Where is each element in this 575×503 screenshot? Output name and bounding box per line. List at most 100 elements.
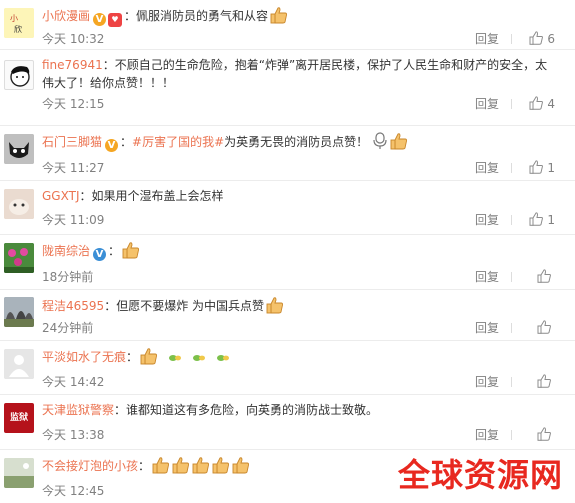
clap-emoji-icon xyxy=(169,355,182,361)
avatar-pet-icon xyxy=(4,189,34,219)
avatar-cat-icon xyxy=(4,134,34,164)
comment-item: fine76941：不顾自己的生命危险，抱着“炸弹”离开居民楼，保护了人民生命和… xyxy=(0,50,575,126)
avatar-label: 监狱 xyxy=(9,413,28,423)
comment-text: ： xyxy=(108,244,121,258)
thumbs-up-emoji-icon xyxy=(152,457,170,474)
thumbs-up-emoji-icon xyxy=(122,242,140,259)
thumbs-up-emoji-icon xyxy=(172,457,190,474)
comment-username[interactable]: 石门三脚猫 xyxy=(42,135,102,149)
divider xyxy=(511,34,512,44)
divider xyxy=(511,215,512,225)
like-button[interactable]: 1 xyxy=(529,208,555,232)
default-avatar-icon xyxy=(4,349,34,379)
like-button[interactable]: 6 xyxy=(529,27,555,51)
avatar[interactable]: 小欣 xyxy=(4,8,34,38)
like-icon xyxy=(529,96,544,110)
avatar[interactable]: 监狱 xyxy=(4,403,34,433)
topic-link[interactable]: #厉害了国的我# xyxy=(132,135,224,149)
like-count: 1 xyxy=(547,213,555,227)
thumbs-up-emoji-icon xyxy=(266,297,284,314)
comment-username[interactable]: 陇南综治 xyxy=(42,244,90,258)
reply-button[interactable]: 回复 xyxy=(475,208,499,232)
comment-username[interactable]: 平淡如水了无痕 xyxy=(42,350,126,364)
avatar[interactable] xyxy=(4,243,34,273)
comment-list: 小欣 小欣漫画 V ♥ ：佩服消防员的勇气和从容 今天 10:32 回复 6 fine… xyxy=(0,0,575,502)
avatar-sketch-icon xyxy=(10,66,30,87)
svg-text:小: 小 xyxy=(10,14,18,23)
comment-item: GGXTJ：如果用个湿布盖上会怎样 今天 11:09 回复 1 xyxy=(0,181,575,235)
thumbs-up-emoji-icon xyxy=(212,457,230,474)
comment-time: 今天 12:45 xyxy=(42,484,105,498)
like-button[interactable]: 4 xyxy=(529,92,555,116)
like-icon xyxy=(537,427,551,441)
divider xyxy=(511,430,512,440)
like-count: 1 xyxy=(547,161,555,175)
comment-item: 石门三脚猫 V ：#厉害了国的我#为英勇无畏的消防员点赞！ 今天 11:27 回复 … xyxy=(0,126,575,181)
reply-button[interactable]: 回复 xyxy=(475,265,499,289)
like-button[interactable]: 1 xyxy=(529,156,555,180)
like-count: 4 xyxy=(547,97,555,111)
comment-text: 为英勇无畏的消防员点赞！ xyxy=(224,135,369,149)
comment-time: 今天 14:42 xyxy=(42,375,105,389)
member-badge-icon: ♥ xyxy=(108,13,123,27)
reply-button[interactable]: 回复 xyxy=(475,370,499,394)
comment-time: 今天 11:27 xyxy=(42,161,105,175)
thumbs-up-emoji-icon xyxy=(270,7,288,24)
like-icon xyxy=(537,269,551,283)
like-icon xyxy=(529,212,544,226)
like-button[interactable] xyxy=(537,316,555,340)
comment-text: ：但愿不要爆炸 为中国兵点赞 xyxy=(104,299,265,313)
comment-colon: ： xyxy=(120,135,133,149)
comment-time: 今天 10:32 xyxy=(42,32,105,46)
avatar-landscape-icon xyxy=(4,458,34,488)
reply-button[interactable]: 回复 xyxy=(475,92,499,116)
comment-item: 程洁46595：但愿不要爆炸 为中国兵点赞 24分钟前 回复 xyxy=(0,290,575,341)
avatar[interactable] xyxy=(4,134,34,164)
reply-button[interactable]: 回复 xyxy=(475,423,499,447)
comment-text: ：谁都知道这有多危险，向英勇的消防战士致敬。 xyxy=(114,403,379,417)
clap-emoji-icon xyxy=(193,355,206,361)
comment-username[interactable]: GGXTJ xyxy=(42,189,79,203)
like-icon xyxy=(529,31,544,45)
comment-username[interactable]: 小欣漫画 xyxy=(42,9,90,23)
verified-badge-icon: V xyxy=(93,248,107,261)
comment-text: ： xyxy=(126,350,139,364)
divider xyxy=(511,99,512,109)
comment-username[interactable]: 程洁46595 xyxy=(42,299,104,313)
comment-time: 今天 13:38 xyxy=(42,428,105,442)
like-icon xyxy=(537,374,551,388)
comment-item: 平淡如水了无痕： 今天 14:42 回复 xyxy=(0,341,575,395)
reply-button[interactable]: 回复 xyxy=(475,156,499,180)
comment-text: ：如果用个湿布盖上会怎样 xyxy=(79,189,224,203)
comment-time: 今天 12:15 xyxy=(42,97,105,111)
avatar-comic-icon: 小欣 xyxy=(4,8,34,38)
microphone-emoji-icon xyxy=(373,132,387,149)
comment-username[interactable]: 天津监狱警察 xyxy=(42,403,114,417)
comment-time: 今天 11:09 xyxy=(42,213,105,227)
like-button[interactable] xyxy=(537,423,555,447)
comment-username[interactable]: 不会接灯泡的小孩 xyxy=(42,459,138,473)
like-button[interactable] xyxy=(537,265,555,289)
svg-text:欣: 欣 xyxy=(14,24,22,34)
avatar[interactable] xyxy=(4,297,34,327)
thumbs-up-emoji-icon xyxy=(140,348,158,365)
like-count: 6 xyxy=(547,32,555,46)
avatar[interactable] xyxy=(4,349,34,379)
comment-item: 小欣 小欣漫画 V ♥ ：佩服消防员的勇气和从容 今天 10:32 回复 6 xyxy=(0,0,575,50)
comment-item: 监狱 天津监狱警察：谁都知道这有多危险，向英勇的消防战士致敬。 今天 13:38… xyxy=(0,395,575,450)
divider xyxy=(511,377,512,387)
comment-text: ：佩服消防员的勇气和从容 xyxy=(124,9,269,23)
comment-time: 18分钟前 xyxy=(42,270,94,284)
clap-emoji-icon xyxy=(217,355,230,361)
avatar[interactable] xyxy=(4,60,34,90)
like-button[interactable] xyxy=(537,370,555,394)
comment-username[interactable]: fine76941 xyxy=(42,58,103,72)
divider xyxy=(511,163,512,173)
comment-item: 陇南综治 V： 18分钟前 回复 xyxy=(0,235,575,290)
divider xyxy=(511,272,512,282)
reply-button[interactable]: 回复 xyxy=(475,27,499,51)
reply-button[interactable]: 回复 xyxy=(475,316,499,340)
avatar[interactable] xyxy=(4,458,34,488)
avatar[interactable] xyxy=(4,189,34,219)
verified-badge-icon: V xyxy=(93,13,107,26)
